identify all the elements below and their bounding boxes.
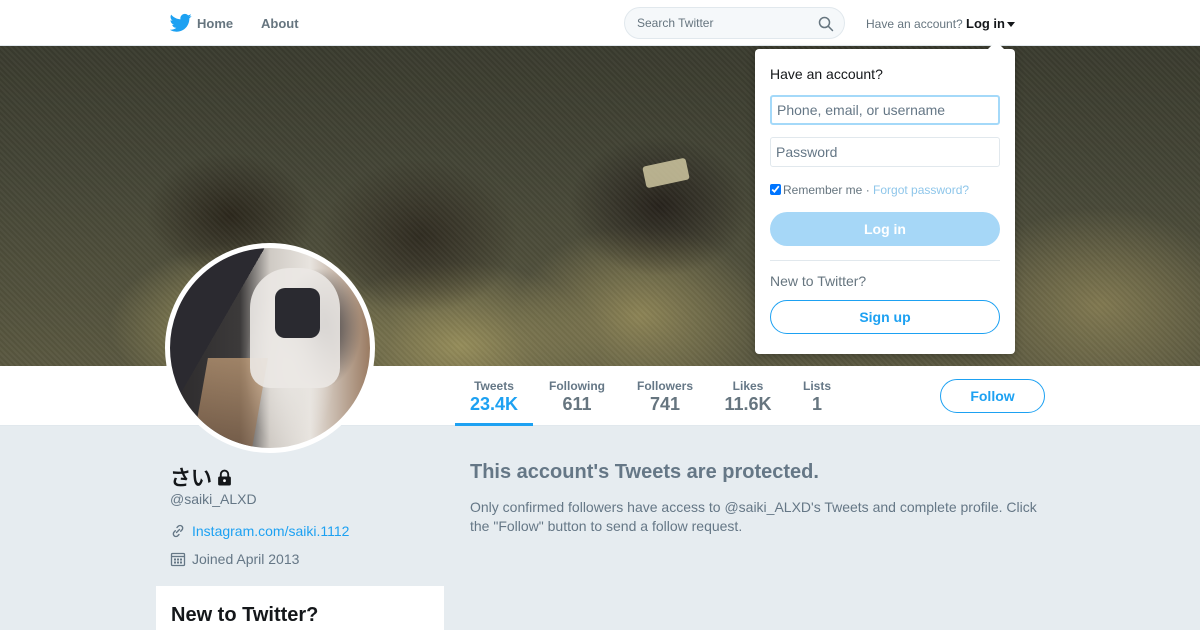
profile-name-text: さい (170, 467, 212, 490)
follow-button[interactable]: Follow (940, 379, 1045, 413)
stat-label: Followers (636, 379, 693, 393)
profile-url-link[interactable]: Instagram.com/saiki.1112 (192, 523, 349, 539)
search-input[interactable] (637, 8, 807, 38)
search-box (624, 7, 845, 39)
protected-title: This account's Tweets are protected. (470, 461, 819, 483)
login-heading: Have an account? (770, 66, 883, 82)
dropdown-caret (987, 41, 1005, 50)
stat-value: 1 (811, 394, 822, 414)
profile-name: さい (170, 462, 233, 492)
stat-tweets[interactable]: Tweets 23.4K (455, 366, 533, 426)
search-icon[interactable] (818, 16, 834, 32)
protected-body: Only confirmed followers have access to … (470, 499, 1037, 534)
avatar-detail (275, 288, 320, 338)
new-to-twitter-text: New to Twitter? (770, 273, 867, 289)
login-dropdown-toggle[interactable]: Log in (966, 16, 1015, 31)
login-dropdown: Have an account? Remember me · Forgot pa… (755, 49, 1015, 354)
stat-label: Lists (802, 379, 831, 393)
separator-dot: · (862, 183, 874, 197)
profile-joined-text: Joined April 2013 (192, 551, 300, 567)
stat-label: Tweets (474, 379, 514, 393)
login-button[interactable]: Log in (770, 212, 1000, 246)
calendar-icon (170, 552, 186, 567)
stat-value: 23.4K (469, 394, 519, 414)
stat-followers[interactable]: Followers 741 (628, 366, 702, 426)
twitter-bird-icon[interactable] (170, 13, 192, 33)
caret-down-icon (1007, 22, 1015, 28)
signup-button[interactable]: Sign up (770, 300, 1000, 334)
stat-value: 741 (649, 394, 681, 414)
profile-joined-row: Joined April 2013 (170, 551, 299, 567)
remember-me-checkbox[interactable] (770, 184, 781, 195)
have-account-text: Have an account? (866, 17, 963, 31)
stat-likes[interactable]: Likes 11.6K (716, 366, 780, 426)
new-to-twitter-title: New to Twitter? (171, 604, 319, 626)
link-icon (172, 524, 184, 538)
stat-following[interactable]: Following 611 (540, 366, 614, 426)
profile-handle: @saiki_ALXD (170, 491, 257, 507)
dropdown-divider (770, 260, 1000, 261)
profile-url-row: Instagram.com/saiki.1112 (170, 523, 349, 539)
lock-icon (218, 469, 231, 486)
nav-home-link[interactable]: Home (197, 16, 233, 31)
nav-about-link[interactable]: About (261, 16, 299, 31)
stat-label: Following (549, 379, 605, 393)
remember-me-label: Remember me (783, 183, 863, 197)
profile-avatar[interactable] (165, 243, 375, 453)
stat-lists[interactable]: Lists 1 (794, 366, 840, 426)
password-field[interactable] (770, 137, 1000, 167)
top-navigation-bar: Home About Have an account? Log in (0, 0, 1200, 46)
stat-label: Likes (732, 379, 764, 393)
username-field[interactable] (770, 95, 1000, 125)
new-to-twitter-card: New to Twitter? (156, 586, 444, 630)
stat-value: 11.6K (724, 394, 772, 414)
forgot-password-link[interactable]: Forgot password? (873, 183, 969, 197)
stat-value: 611 (562, 394, 592, 414)
remember-row: Remember me · Forgot password? (770, 183, 969, 197)
login-toggle-label: Log in (966, 16, 1005, 31)
